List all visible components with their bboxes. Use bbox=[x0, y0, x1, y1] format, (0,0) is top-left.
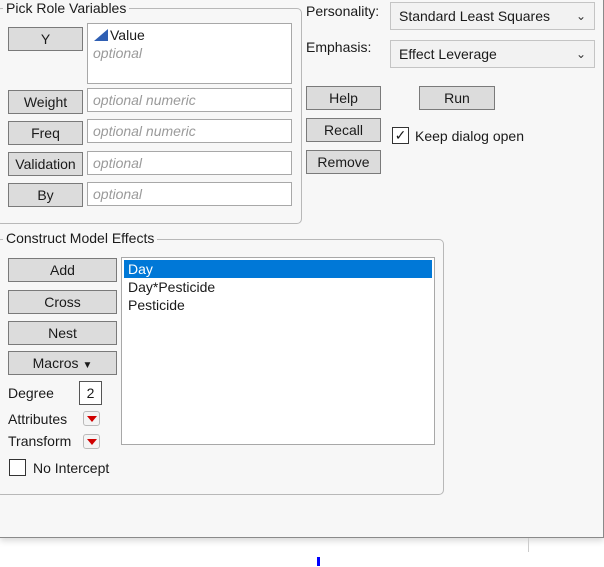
remove-button[interactable]: Remove bbox=[306, 150, 381, 174]
personality-value: Standard Least Squares bbox=[399, 8, 550, 24]
validation-role-button[interactable]: Validation bbox=[8, 152, 83, 176]
add-button[interactable]: Add bbox=[8, 258, 117, 282]
emphasis-select[interactable]: Effect Leverage ⌄ bbox=[390, 40, 595, 68]
personality-select[interactable]: Standard Least Squares ⌄ bbox=[390, 2, 595, 30]
pick-role-variables-title: Pick Role Variables bbox=[3, 0, 130, 16]
chevron-down-icon: ⌄ bbox=[575, 47, 586, 61]
effect-item[interactable]: Day*Pesticide bbox=[124, 278, 432, 296]
y-role-value: Value bbox=[110, 27, 145, 43]
y-role-list[interactable]: Value optional bbox=[87, 23, 292, 84]
validation-role-field[interactable]: optional bbox=[87, 151, 292, 175]
y-role-placeholder: optional bbox=[93, 45, 143, 61]
weight-role-button[interactable]: Weight bbox=[8, 90, 83, 114]
degree-label: Degree bbox=[8, 385, 54, 401]
fit-model-dialog: Pick Role Variables Y Value optional Wei… bbox=[0, 0, 604, 538]
keep-dialog-open-checkbox[interactable]: ✓ bbox=[392, 127, 409, 144]
effect-item[interactable]: Pesticide bbox=[124, 296, 432, 314]
divider bbox=[528, 538, 529, 552]
cross-button[interactable]: Cross bbox=[8, 290, 117, 314]
transform-label: Transform bbox=[8, 433, 72, 449]
y-role-button[interactable]: Y bbox=[8, 27, 83, 51]
macros-button[interactable]: Macros ▼ bbox=[8, 351, 117, 375]
dropdown-arrow-icon: ▼ bbox=[82, 360, 93, 371]
construct-model-effects-title: Construct Model Effects bbox=[3, 230, 158, 246]
attributes-label: Attributes bbox=[8, 411, 68, 427]
help-button[interactable]: Help bbox=[306, 86, 381, 110]
personality-label: Personality: bbox=[306, 3, 380, 19]
transform-red-triangle-icon[interactable] bbox=[83, 434, 100, 449]
run-button[interactable]: Run bbox=[419, 86, 495, 110]
weight-role-field[interactable]: optional numeric bbox=[87, 88, 292, 112]
by-role-button[interactable]: By bbox=[8, 183, 83, 207]
nest-button[interactable]: Nest bbox=[8, 321, 117, 345]
freq-role-button[interactable]: Freq bbox=[8, 121, 83, 145]
degree-input[interactable]: 2 bbox=[79, 381, 102, 405]
no-intercept-checkbox[interactable] bbox=[9, 459, 26, 476]
no-intercept-label: No Intercept bbox=[33, 460, 110, 476]
chevron-down-icon: ⌄ bbox=[575, 9, 586, 23]
effect-item[interactable]: Day bbox=[124, 260, 432, 278]
keep-dialog-open-label: Keep dialog open bbox=[415, 128, 524, 144]
model-effects-list[interactable]: Day Day*Pesticide Pesticide bbox=[121, 257, 435, 445]
by-role-field[interactable]: optional bbox=[87, 182, 292, 206]
emphasis-value: Effect Leverage bbox=[399, 46, 497, 62]
freq-role-field[interactable]: optional numeric bbox=[87, 119, 292, 143]
emphasis-label: Emphasis: bbox=[306, 39, 372, 55]
continuous-icon bbox=[94, 29, 108, 41]
text-cursor bbox=[317, 557, 320, 566]
macros-label: Macros bbox=[32, 355, 79, 371]
attributes-red-triangle-icon[interactable] bbox=[83, 411, 100, 426]
recall-button[interactable]: Recall bbox=[306, 118, 381, 142]
